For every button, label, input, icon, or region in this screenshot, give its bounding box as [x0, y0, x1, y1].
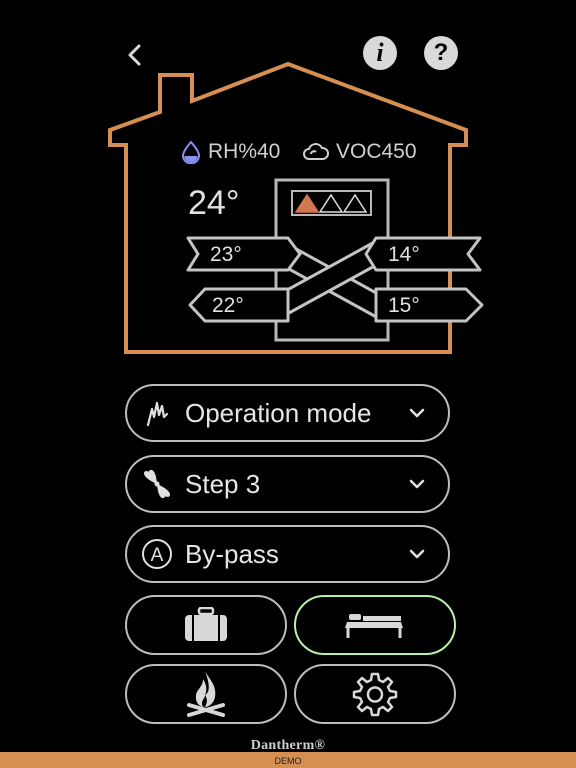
operation-mode-dropdown[interactable]: Operation mode — [125, 384, 450, 442]
supply-air-temp: 23° — [210, 243, 242, 266]
fan-icon — [135, 462, 179, 506]
fan-step-label: Step 3 — [185, 468, 261, 499]
gear-icon — [352, 672, 398, 717]
bed-icon — [345, 614, 403, 638]
sleep-button[interactable] — [294, 595, 456, 655]
exhaust-air-temp: 15° — [388, 294, 420, 317]
chevron-down-icon — [402, 408, 432, 418]
outdoor-air-arrow — [364, 236, 482, 272]
chevron-down-icon — [402, 549, 432, 559]
house-diagram — [108, 61, 484, 354]
cloud-icon — [303, 143, 329, 160]
voc-label: VOC450 — [336, 140, 417, 163]
bypass-dropdown[interactable]: A By-pass — [125, 525, 450, 583]
operation-mode-label: Operation mode — [185, 397, 372, 428]
suitcase-icon — [185, 607, 227, 641]
fan-level-indicator — [291, 190, 372, 216]
supply-air-arrow — [186, 236, 302, 272]
room-temperature: 24° — [188, 184, 240, 222]
humidity-label: RH%40 — [208, 140, 281, 163]
hand-icon — [135, 391, 179, 435]
svg-text:A: A — [151, 545, 164, 566]
auto-icon: A — [135, 532, 179, 576]
extract-air-temp: 22° — [212, 294, 244, 317]
voc-reading: VOC450 — [302, 140, 417, 164]
fan-step-dropdown[interactable]: Step 3 — [125, 455, 450, 513]
bypass-label: By-pass — [185, 538, 279, 569]
away-button[interactable] — [125, 595, 287, 655]
water-drop-icon — [181, 140, 201, 164]
demo-label: DEMO — [274, 756, 302, 766]
fireplace-button[interactable] — [125, 664, 287, 724]
humidity-reading: RH%40 — [180, 140, 280, 164]
outdoor-air-temp: 14° — [388, 243, 420, 266]
chevron-down-icon — [402, 479, 432, 489]
settings-button[interactable] — [294, 664, 456, 724]
campfire-icon — [187, 671, 225, 717]
